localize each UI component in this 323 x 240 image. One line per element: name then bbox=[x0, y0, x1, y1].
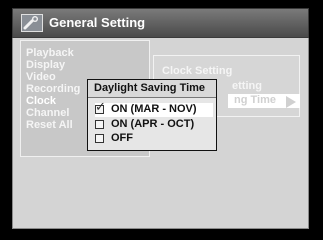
dialog-header: Daylight Saving Time bbox=[88, 80, 216, 98]
menu-item-clock[interactable]: Clock bbox=[26, 95, 56, 107]
menu-item-video[interactable]: Video bbox=[26, 71, 56, 83]
option-label: ON (MAR - NOV) bbox=[111, 103, 197, 115]
option-off[interactable]: OFF bbox=[95, 132, 213, 146]
checkbox-checked-icon[interactable] bbox=[95, 100, 106, 115]
tool-icon bbox=[21, 14, 43, 32]
menu-item-display[interactable]: Display bbox=[26, 59, 65, 71]
submenu-item-daylight-saving-time[interactable]: ng Time bbox=[234, 94, 276, 106]
menu-item-reset-all[interactable]: Reset All bbox=[26, 119, 73, 131]
chevron-right-icon bbox=[286, 96, 296, 108]
menu-item-recording[interactable]: Recording bbox=[26, 83, 80, 95]
submenu-item-setting[interactable]: etting bbox=[232, 80, 262, 92]
menu-item-channel[interactable]: Channel bbox=[26, 107, 69, 119]
option-label: ON (APR - OCT) bbox=[111, 118, 195, 130]
menu-item-playback[interactable]: Playback bbox=[26, 47, 74, 59]
option-on-apr-oct[interactable]: ON (APR - OCT) bbox=[95, 118, 213, 132]
title-bar: General Setting bbox=[12, 8, 309, 38]
page-title: General Setting bbox=[49, 15, 146, 30]
option-label: OFF bbox=[111, 132, 133, 144]
submenu-item-clock-setting[interactable]: Clock Setting bbox=[162, 65, 232, 77]
screen: General Setting Playback Display Video R… bbox=[0, 0, 323, 240]
checkbox-icon[interactable] bbox=[95, 134, 104, 143]
dialog-title: Daylight Saving Time bbox=[94, 82, 206, 94]
option-on-mar-nov[interactable]: ON (MAR - NOV) bbox=[95, 100, 213, 117]
daylight-saving-time-dialog: Daylight Saving Time ON (MAR - NOV) ON (… bbox=[87, 79, 217, 151]
empty-area bbox=[20, 160, 300, 220]
checkbox-icon[interactable] bbox=[95, 120, 104, 129]
